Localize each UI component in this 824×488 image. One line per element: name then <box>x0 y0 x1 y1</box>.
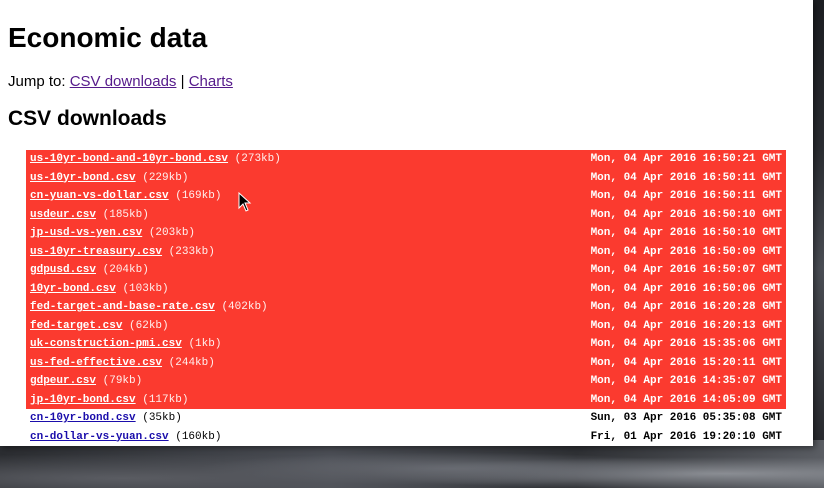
section-title-csv-downloads: CSV downloads <box>8 107 167 130</box>
csv-file-size: (169kb) <box>175 190 222 202</box>
csv-file-date: Mon, 04 Apr 2016 16:50:10 GMT <box>590 208 782 221</box>
desktop-wallpaper <box>0 440 824 488</box>
csv-file-link[interactable]: us-10yr-treasury.csv <box>30 246 162 258</box>
csv-file-link[interactable]: cn-10yr-bond.csv <box>30 412 136 424</box>
csv-file-entry: us-10yr-bond.csv (229kb) <box>30 169 188 188</box>
csv-file-row: fed-target-and-base-rate.csv (402kb) Mon,… <box>26 298 786 317</box>
csv-file-link[interactable]: us-fed-effective.csv <box>30 357 162 369</box>
csv-file-entry: cn-dollar-vs-yuan.csv (160kb) <box>30 428 221 447</box>
csv-file-date: Mon, 04 Apr 2016 14:35:07 GMT <box>590 375 782 387</box>
csv-file-link[interactable]: gdpusd.csv <box>30 264 96 276</box>
csv-file-date: Mon, 04 Apr 2016 15:35:06 GMT <box>590 338 782 350</box>
csv-file-date: Sun, 03 Apr 2016 05:35:08 GMT <box>590 412 782 424</box>
csv-file-entry: fed-target.csv (62kb) <box>30 317 169 336</box>
csv-file-link[interactable]: cn-yuan-vs-dollar.csv <box>30 190 169 202</box>
csv-file-entry: usdeur.csv (185kb) <box>30 206 149 225</box>
csv-file-row: jp-usd-vs-yen.csv (203kb) Mon, 04 Apr 201… <box>26 224 786 243</box>
csv-file-entry: us-10yr-bond-and-10yr-bond.csv (273kb) <box>30 150 281 169</box>
csv-file-date: Mon, 04 Apr 2016 16:50:11 GMT <box>590 190 782 202</box>
csv-file-size: (79kb) <box>102 375 143 387</box>
csv-file-row: 10yr-bond.csv (103kb) Mon, 04 Apr 2016 16… <box>26 279 786 299</box>
csv-file-row: cn-10yr-bond.csv (35kb) Sun, 03 Apr 2016 … <box>26 409 786 428</box>
csv-file-size: (233kb) <box>168 245 215 258</box>
csv-file-link[interactable]: fed-target-and-base-rate.csv <box>30 301 215 313</box>
csv-file-link[interactable]: uk-construction-pmi.csv <box>30 338 182 350</box>
csv-file-date: Mon, 04 Apr 2016 16:50:21 GMT <box>590 153 782 165</box>
csv-file-date: Fri, 01 Apr 2016 19:20:10 GMT <box>590 430 782 443</box>
csv-file-date: Mon, 04 Apr 2016 16:20:13 GMT <box>590 319 782 332</box>
csv-file-date: Mon, 04 Apr 2016 16:50:10 GMT <box>590 227 782 239</box>
csv-file-size: (244kb) <box>168 356 215 369</box>
mouse-cursor-icon <box>238 192 252 212</box>
csv-file-entry: jp-usd-vs-yen.csv (203kb) <box>30 224 195 243</box>
csv-file-size: (117kb) <box>142 393 189 406</box>
csv-file-entry: uk-construction-pmi.csv (1kb) <box>30 335 221 354</box>
csv-file-size: (203kb) <box>148 227 196 239</box>
jump-nav: Jump to: CSV downloads | Charts <box>8 73 233 90</box>
csv-file-size: (185kb) <box>102 208 149 221</box>
csv-file-row: us-fed-effective.csv (244kb) Mon, 04 Apr … <box>26 353 786 373</box>
csv-file-date: Mon, 04 Apr 2016 16:50:07 GMT <box>590 264 782 276</box>
csv-file-link[interactable]: jp-10yr-bond.csv <box>30 394 136 406</box>
csv-file-list: us-10yr-bond-and-10yr-bond.csv (273kb) Mo… <box>26 150 786 446</box>
csv-file-date: Mon, 04 Apr 2016 16:50:06 GMT <box>590 282 782 295</box>
csv-file-row: jp-10yr-bond.csv (117kb) Mon, 04 Apr 2016… <box>26 390 786 410</box>
csv-file-link[interactable]: us-10yr-bond.csv <box>30 172 136 184</box>
csv-file-date: Mon, 04 Apr 2016 16:50:09 GMT <box>590 245 782 258</box>
csv-file-size: (62kb) <box>129 319 169 332</box>
csv-file-size: (402kb) <box>221 301 268 313</box>
csv-file-size: (103kb) <box>122 282 169 295</box>
browser-window: Economic data Jump to: CSV downloads | C… <box>0 0 813 446</box>
csv-file-link[interactable]: 10yr-bond.csv <box>30 283 116 295</box>
csv-file-date: Mon, 04 Apr 2016 15:20:11 GMT <box>590 356 782 369</box>
page-title: Economic data <box>8 22 208 53</box>
csv-file-entry: gdpusd.csv (204kb) <box>30 261 149 280</box>
csv-file-row: gdpusd.csv (204kb) Mon, 04 Apr 2016 16:50… <box>26 261 786 280</box>
jump-label: Jump to: <box>8 73 66 90</box>
jump-link-charts[interactable]: Charts <box>189 73 233 90</box>
csv-file-link[interactable]: gdpeur.csv <box>30 375 96 387</box>
csv-file-link[interactable]: us-10yr-bond-and-10yr-bond.csv <box>30 153 228 165</box>
csv-file-size: (35kb) <box>142 412 182 424</box>
csv-file-row: cn-yuan-vs-dollar.csv (169kb) Mon, 04 Apr… <box>26 187 786 206</box>
jump-link-csv-downloads[interactable]: CSV downloads <box>70 73 177 90</box>
csv-file-link[interactable]: usdeur.csv <box>30 209 96 221</box>
csv-file-link[interactable]: jp-usd-vs-yen.csv <box>30 227 142 239</box>
csv-file-row: uk-construction-pmi.csv (1kb) Mon, 04 Apr… <box>26 335 786 354</box>
csv-file-link[interactable]: fed-target.csv <box>30 320 122 332</box>
csv-file-date: Mon, 04 Apr 2016 14:05:09 GMT <box>590 393 782 406</box>
csv-file-row: usdeur.csv (185kb) Mon, 04 Apr 2016 16:50… <box>26 205 786 225</box>
csv-file-link[interactable]: cn-dollar-vs-yuan.csv <box>30 431 169 443</box>
csv-file-row: us-10yr-treasury.csv (233kb) Mon, 04 Apr … <box>26 242 786 262</box>
csv-file-entry: us-fed-effective.csv (244kb) <box>30 354 215 373</box>
csv-file-entry: cn-yuan-vs-dollar.csv (169kb) <box>30 187 221 206</box>
csv-file-size: (229kb) <box>142 171 189 184</box>
csv-file-entry: us-10yr-treasury.csv (233kb) <box>30 243 215 262</box>
csv-file-size: (204kb) <box>102 264 149 276</box>
csv-file-entry: 10yr-bond.csv (103kb) <box>30 280 169 299</box>
jump-separator: | <box>180 73 185 90</box>
csv-file-row: gdpeur.csv (79kb) Mon, 04 Apr 2016 14:35:… <box>26 372 786 391</box>
csv-file-entry: cn-10yr-bond.csv (35kb) <box>30 409 182 428</box>
csv-file-entry: gdpeur.csv (79kb) <box>30 372 142 391</box>
csv-file-row: us-10yr-bond-and-10yr-bond.csv (273kb) Mo… <box>26 150 786 169</box>
csv-file-size: (273kb) <box>234 153 281 165</box>
csv-file-entry: jp-10yr-bond.csv (117kb) <box>30 391 188 410</box>
csv-file-date: Mon, 04 Apr 2016 16:50:11 GMT <box>590 171 782 184</box>
csv-file-row: cn-dollar-vs-yuan.csv (160kb) Fri, 01 Apr… <box>26 427 786 447</box>
csv-file-row: us-10yr-bond.csv (229kb) Mon, 04 Apr 2016… <box>26 168 786 188</box>
csv-file-size: (1kb) <box>188 338 222 350</box>
csv-file-row: fed-target.csv (62kb) Mon, 04 Apr 2016 16… <box>26 316 786 336</box>
csv-file-size: (160kb) <box>175 430 222 443</box>
csv-file-date: Mon, 04 Apr 2016 16:20:28 GMT <box>590 301 782 313</box>
csv-file-entry: fed-target-and-base-rate.csv (402kb) <box>30 298 268 317</box>
